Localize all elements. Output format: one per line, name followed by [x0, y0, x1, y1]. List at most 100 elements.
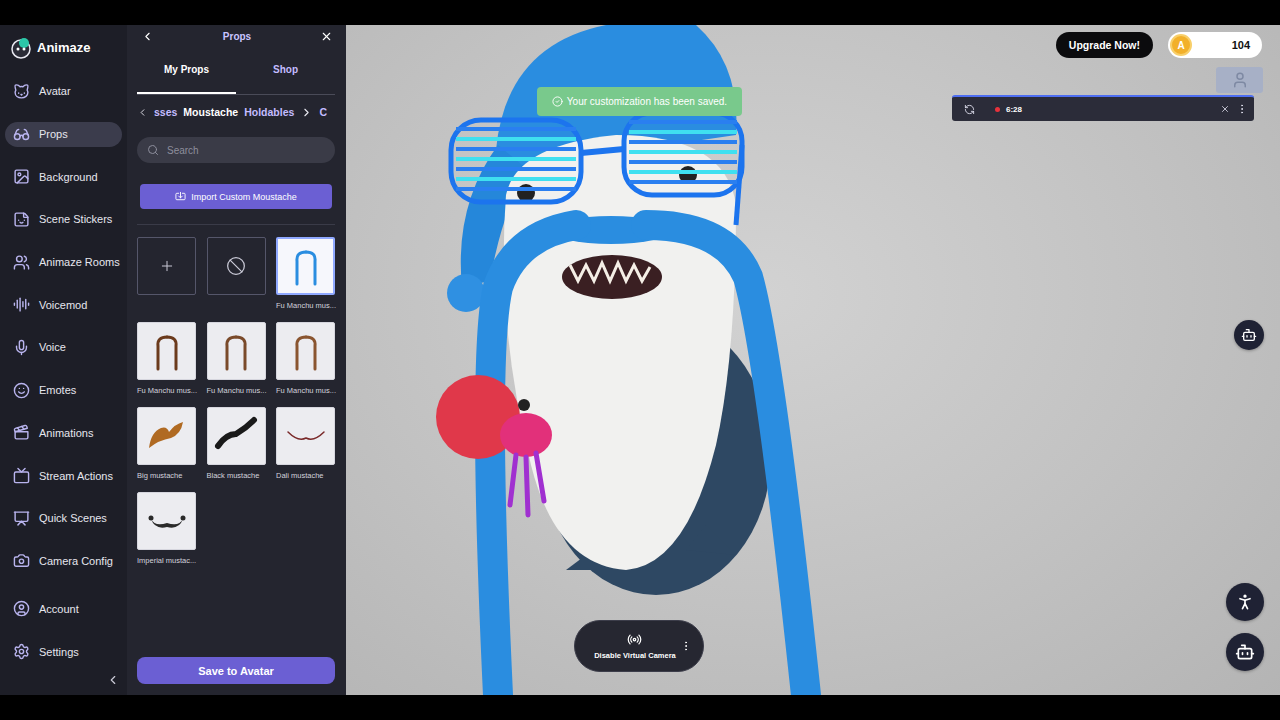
sidebar-footer-item[interactable]: Account [5, 596, 122, 621]
sidebar-item[interactable]: Props [5, 122, 122, 147]
category-tab[interactable]: sses [154, 106, 177, 118]
import-button[interactable]: Import Custom Moustache [140, 184, 332, 209]
sidebar-item-icon [13, 168, 30, 185]
divider [137, 224, 335, 225]
panel-title: Props [223, 31, 251, 42]
sidebar-row: Quick Scenes [0, 497, 127, 540]
sidebar-footer-item[interactable]: Settings [5, 639, 122, 664]
sidebar-item-icon [13, 510, 30, 527]
bottom-letterbox [0, 695, 1280, 720]
sidebar-item[interactable]: Avatar [5, 79, 122, 104]
sidebar-row: Voicemod [0, 283, 127, 326]
category-tab[interactable]: Moustache [183, 106, 238, 118]
bot-icon [1241, 327, 1257, 343]
recording-time: 6:28 [1006, 105, 1022, 114]
prop-thumbnail [207, 237, 266, 295]
sidebar-row: Scene Stickers [0, 198, 127, 241]
check-icon [552, 96, 563, 107]
prop-thumbnail [207, 322, 266, 380]
search-input[interactable] [165, 144, 325, 157]
logo[interactable]: Animaze [0, 25, 127, 70]
sidebar-item[interactable]: Voice [5, 335, 122, 360]
sidebar-item-icon [13, 126, 30, 143]
sidebar-item-icon [13, 83, 30, 100]
save-button[interactable]: Save to Avatar [137, 657, 335, 684]
sidebar-item[interactable]: Stream Actions [5, 463, 122, 488]
avatar-stage: Your customization has been saved.Upgrad… [346, 25, 1280, 695]
sidebar-item[interactable]: Animations [5, 420, 122, 445]
logo-text: Animaze [37, 40, 90, 55]
prop-item[interactable] [137, 237, 196, 322]
prop-thumbnail [276, 237, 335, 295]
virtual-camera-content: Disable Virtual Camera [594, 632, 676, 660]
prop-thumbnail [276, 322, 335, 380]
coin: A [1170, 34, 1192, 56]
back-icon[interactable] [141, 30, 154, 43]
virtual-camera-button[interactable]: Disable Virtual Camera [574, 620, 704, 672]
account-icon [13, 600, 30, 617]
sidebar-footer-row: Settings [0, 630, 127, 673]
search-icon [147, 144, 159, 156]
sidebar-item[interactable]: Background [5, 164, 122, 189]
sidebar-item[interactable]: Camera Config [5, 548, 122, 573]
panel-header: Props [137, 25, 335, 47]
scroll-left-icon[interactable] [137, 107, 148, 118]
category-tab[interactable]: C [319, 106, 327, 118]
pose-button[interactable] [1226, 583, 1264, 621]
prop-item[interactable]: Big mustache [137, 407, 196, 492]
assistant-button[interactable] [1226, 633, 1264, 671]
user-thumbnail[interactable] [1216, 67, 1263, 93]
sidebar-item-icon [13, 211, 30, 228]
import-icon [175, 191, 186, 202]
sidebar-item[interactable]: Voicemod [5, 292, 122, 317]
more-icon[interactable] [1236, 103, 1248, 115]
sidebar-item[interactable]: Scene Stickers [5, 207, 122, 232]
prop-item[interactable]: Fu Manchu mus... [137, 322, 196, 407]
coin-balance[interactable]: A 104 [1168, 32, 1262, 58]
sidebar-footer-row: Account [0, 588, 127, 631]
coin-value: 104 [1232, 39, 1250, 51]
upgrade-button[interactable]: Upgrade Now! [1056, 32, 1153, 58]
tab[interactable]: Shop [236, 47, 335, 94]
prop-thumbnail [137, 492, 196, 550]
search-field [137, 137, 335, 163]
user-icon [1231, 71, 1249, 89]
tab[interactable]: My Props [137, 47, 236, 94]
prop-label: Big mustache [137, 471, 205, 480]
sidebar-item-icon [13, 552, 30, 569]
none-icon [226, 256, 246, 276]
side-button[interactable] [1234, 320, 1264, 350]
prop-item[interactable]: Fu Manchu mus... [276, 322, 335, 407]
prop-item[interactable]: Fu Manchu mus... [207, 322, 266, 407]
scroll-right-icon[interactable] [300, 106, 313, 119]
sidebar-row: Background [0, 155, 127, 198]
collapse-button[interactable] [0, 673, 127, 695]
sidebar-row: Camera Config [0, 540, 127, 583]
sidebar: Animaze Avatar Props Background Scene Sticke… [0, 25, 127, 695]
sidebar-item-icon [13, 339, 30, 356]
sidebar-row: Animaze Rooms [0, 241, 127, 284]
prop-label: Fu Manchu mus... [137, 386, 205, 395]
recording-dot [995, 107, 1000, 112]
prop-label: Fu Manchu mus... [276, 301, 344, 310]
fu-manchu-moustache-icon [284, 329, 328, 373]
prop-item[interactable] [207, 237, 266, 322]
sidebar-item-icon [13, 382, 30, 399]
close-icon[interactable] [1220, 104, 1230, 114]
sidebar-item[interactable]: Quick Scenes [5, 506, 122, 531]
prop-item[interactable]: Fu Manchu mus... [276, 237, 335, 322]
close-icon[interactable] [320, 30, 333, 43]
category-tab[interactable]: Holdables [244, 106, 294, 118]
category-bar: sses Moustache Holdables C [137, 95, 335, 129]
switch-camera-icon[interactable] [964, 104, 975, 115]
prop-item[interactable]: Dali mustache [276, 407, 335, 492]
sidebar-item[interactable]: Emotes [5, 378, 122, 403]
fu-manchu-moustache-icon [284, 244, 328, 288]
avatar-figure [436, 25, 836, 695]
more-icon[interactable] [680, 640, 692, 652]
imperial-moustache-icon [145, 499, 189, 543]
prop-item[interactable]: Imperial mustac... [137, 492, 196, 577]
fu-manchu-moustache-icon [145, 329, 189, 373]
sidebar-item[interactable]: Animaze Rooms [5, 250, 126, 275]
prop-item[interactable]: Black mustache [207, 407, 266, 492]
